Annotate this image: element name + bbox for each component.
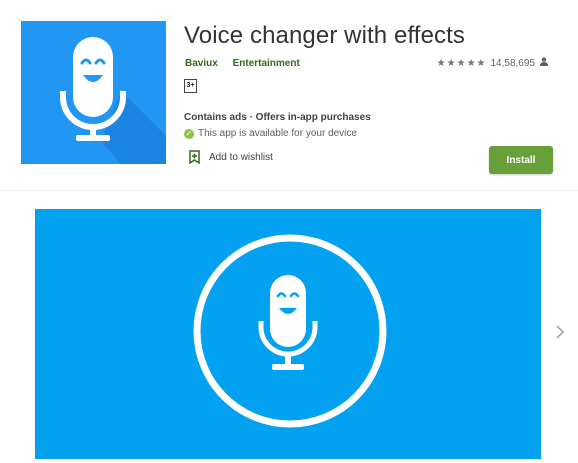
ads-info: Contains ads · Offers in-app purchases [184, 112, 371, 123]
wishlist-label: Add to wishlist [209, 151, 273, 163]
availability-info: ✓ This app is available for your device [184, 128, 357, 139]
bookmark-plus-icon [189, 150, 200, 164]
install-button[interactable]: Install [489, 146, 553, 174]
app-icon [21, 21, 166, 164]
check-circle-icon: ✓ [184, 128, 194, 139]
availability-text: This app is available for your device [198, 128, 357, 139]
person-icon [540, 57, 548, 69]
star-rating: ★★★★★ [436, 57, 487, 69]
chevron-right-icon[interactable] [554, 322, 568, 342]
developer-link[interactable]: Baviux [185, 58, 218, 69]
category-link[interactable]: Entertainment [233, 58, 300, 69]
app-header-card: Voice changer with effects Baviux Entert… [0, 0, 578, 191]
microphone-face-icon [60, 37, 166, 164]
content-rating-badge: 3+ [184, 79, 197, 93]
app-screenshot[interactable] [35, 209, 541, 459]
add-to-wishlist-button[interactable]: Add to wishlist [189, 150, 273, 164]
rating-summary: ★★★★★ 14,58,695 [437, 57, 548, 69]
rating-count: 14,58,695 [490, 57, 536, 69]
microphone-face-icon [193, 234, 387, 428]
app-title: Voice changer with effects [184, 22, 465, 49]
meta-row: Baviux Entertainment [185, 58, 312, 69]
